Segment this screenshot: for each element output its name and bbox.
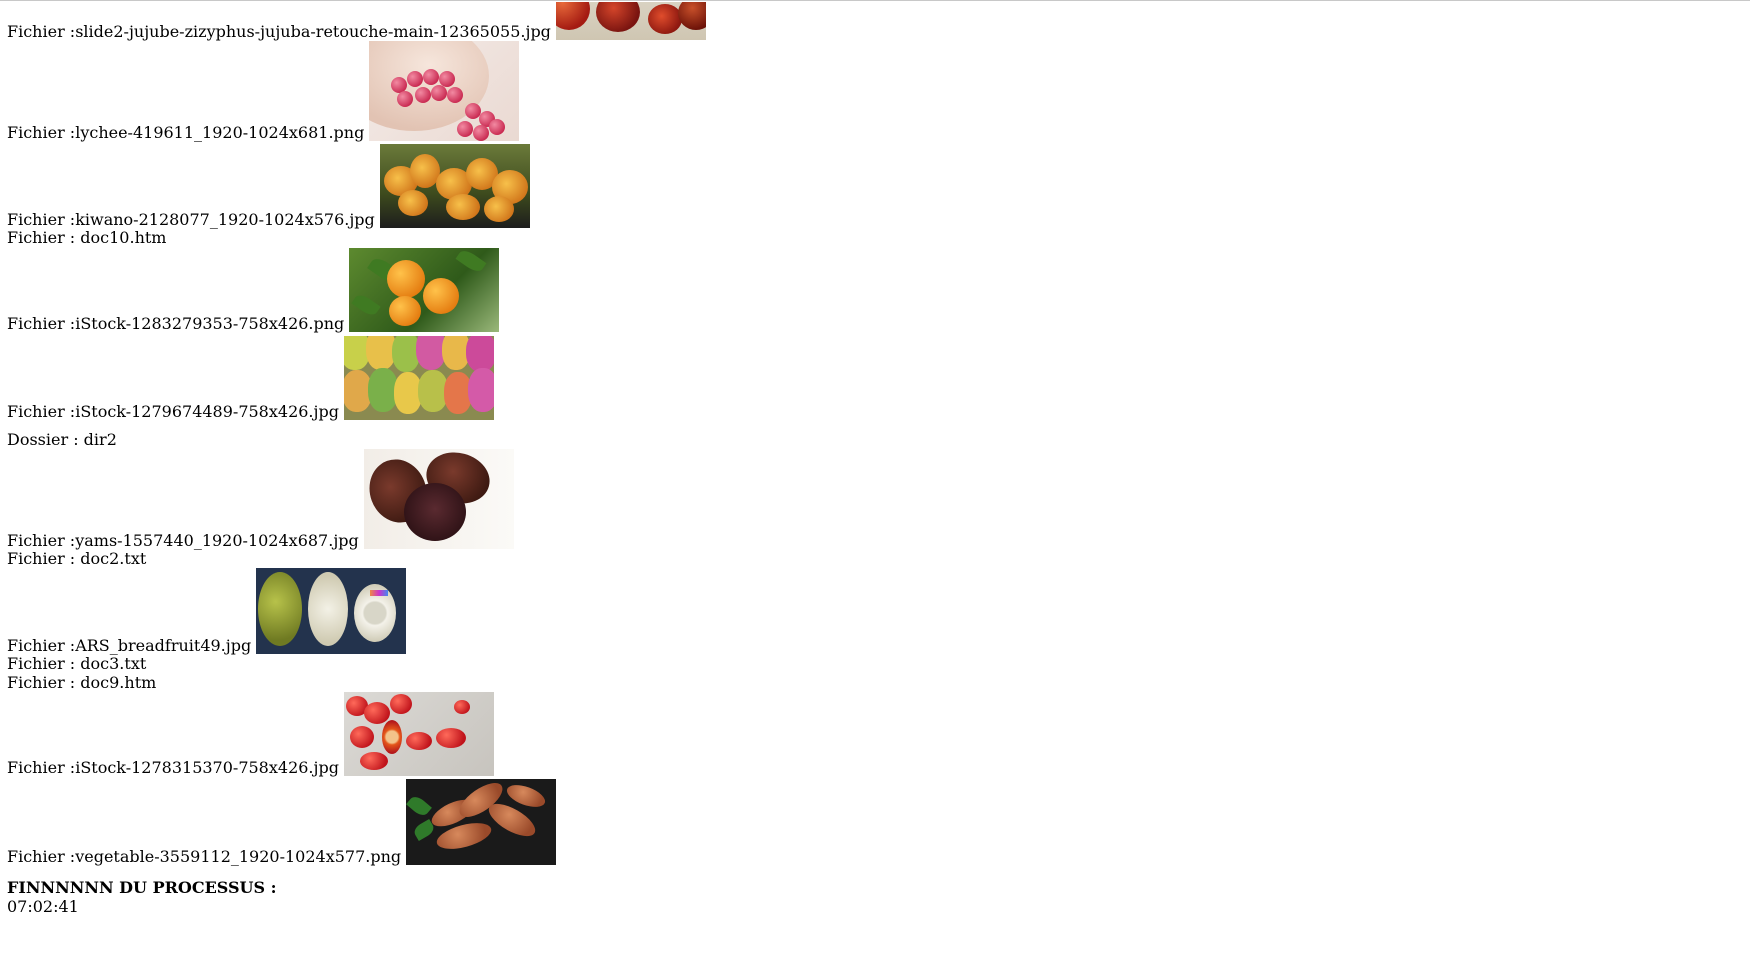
list-item: Fichier : doc2.txt (7, 549, 706, 568)
file-label: Fichier :iStock-1279674489-758x426.jpg (7, 402, 339, 421)
file-label: Fichier : doc10.htm (7, 228, 167, 247)
file-label: Fichier : doc9.htm (7, 673, 157, 692)
file-label: Fichier :lychee-419611_1920-1024x681.png (7, 123, 365, 142)
list-item: Fichier :iStock-1283279353-758x426.png (7, 248, 706, 333)
top-border (0, 0, 1750, 1)
list-item: Fichier :kiwano-2128077_1920-1024x576.jp… (7, 144, 706, 229)
lychee-thumbnail (369, 41, 520, 141)
orange-thumbnail (349, 248, 500, 332)
process-end-label: FINNNNNN DU PROCESSUS : (7, 878, 277, 897)
jujube-thumbnail (555, 2, 706, 40)
file-label: Fichier :ARS_breadfruit49.jpg (7, 636, 252, 655)
kiwano-thumbnail (379, 144, 530, 228)
prickly-pear-thumbnail (343, 336, 494, 420)
listing: Fichier :slide2-jujube-zizyphus-jujuba-r… (7, 2, 706, 916)
rosehip-thumbnail (343, 692, 494, 776)
list-item: Fichier :yams-1557440_1920-1024x687.jpg (7, 449, 706, 550)
sweet-potato-thumbnail (406, 779, 557, 865)
folder-label: Dossier : dir2 (7, 430, 117, 449)
file-label: Fichier :yams-1557440_1920-1024x687.jpg (7, 531, 359, 550)
file-label: Fichier : doc3.txt (7, 654, 147, 673)
list-item: Fichier :slide2-jujube-zizyphus-jujuba-r… (7, 2, 706, 41)
list-item: Fichier : doc10.htm (7, 228, 706, 247)
yams-thumbnail (363, 449, 514, 549)
list-item: Fichier : doc9.htm (7, 673, 706, 692)
file-label: Fichier :iStock-1283279353-758x426.png (7, 314, 345, 333)
list-item: Fichier :ARS_breadfruit49.jpg (7, 568, 706, 655)
list-item: Fichier : doc3.txt (7, 654, 706, 673)
file-label: Fichier :kiwano-2128077_1920-1024x576.jp… (7, 210, 375, 229)
list-item: Fichier :iStock-1278315370-758x426.jpg (7, 692, 706, 777)
list-item: Fichier :lychee-419611_1920-1024x681.png (7, 41, 706, 142)
process-end-time: 07:02:41 (7, 897, 79, 916)
folder-item: Dossier : dir2 (7, 430, 706, 449)
breadfruit-thumbnail (256, 568, 407, 654)
file-label: Fichier :slide2-jujube-zizyphus-jujuba-r… (7, 22, 551, 41)
list-item: Fichier :iStock-1279674489-758x426.jpg (7, 336, 706, 421)
file-label: Fichier : doc2.txt (7, 549, 147, 568)
list-item: Fichier :vegetable-3559112_1920-1024x577… (7, 779, 706, 866)
file-label: Fichier :iStock-1278315370-758x426.jpg (7, 758, 339, 777)
file-label: Fichier :vegetable-3559112_1920-1024x577… (7, 847, 402, 866)
